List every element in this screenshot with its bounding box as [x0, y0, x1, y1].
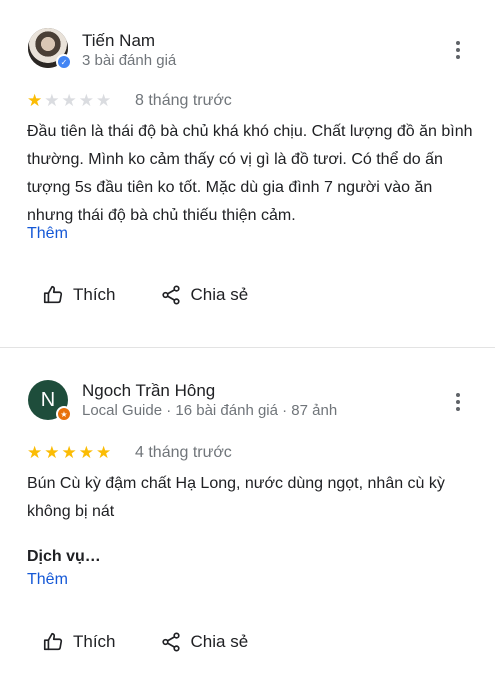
reviewer-name[interactable]: Ngoch Trần Hông	[82, 381, 215, 401]
review-time: 8 tháng trước	[135, 92, 232, 109]
star-icon: ★	[78, 443, 94, 462]
review-text: Đầu tiên là thái độ bà chủ khá khó chịu.…	[27, 123, 473, 224]
more-link[interactable]: Thêm	[27, 225, 68, 243]
share-label: Chia sẻ	[190, 285, 249, 304]
share-icon	[161, 285, 180, 305]
star-icon: ★	[44, 443, 60, 462]
share-button[interactable]: Chia sẻ	[160, 284, 249, 306]
share-label: Chia sẻ	[190, 632, 249, 651]
review-time: 4 tháng trước	[135, 444, 232, 461]
thumbs-up-icon	[43, 632, 63, 651]
like-label: Thích	[73, 285, 116, 304]
star-icon: ★	[27, 91, 43, 110]
verified-badge-icon: ✓	[56, 54, 72, 70]
star-icon: ★	[96, 443, 112, 462]
thumbs-up-icon	[43, 285, 63, 304]
star-icon: ★	[27, 443, 43, 462]
share-icon	[161, 632, 180, 652]
avatar[interactable]: ✓	[28, 28, 72, 70]
reviewer-meta: Local Guide · 16 bài đánh giá · 87 ảnh	[82, 402, 338, 419]
review-actions: Thích Chia sẻ	[42, 284, 248, 306]
more-options-icon[interactable]	[448, 38, 468, 62]
review-text: Bún Cù kỳ đậm chất Hạ Long, nước dùng ng…	[27, 475, 445, 520]
service-label: Dịch vụ…	[27, 548, 101, 565]
reviewer-meta: 3 bài đánh giá	[82, 52, 177, 69]
star-icon: ★	[78, 91, 94, 110]
review-actions: Thích Chia sẻ	[42, 631, 248, 653]
local-guide-badge-icon: ★	[56, 406, 72, 422]
like-button[interactable]: Thích	[42, 284, 116, 306]
more-link[interactable]: Thêm	[27, 571, 68, 589]
star-rating: ★ ★ ★ ★ ★	[27, 444, 111, 462]
more-options-icon[interactable]	[448, 390, 468, 414]
star-rating: ★ ★ ★ ★ ★	[27, 92, 111, 110]
like-button[interactable]: Thích	[42, 631, 116, 653]
star-icon: ★	[44, 91, 60, 110]
like-label: Thích	[73, 632, 116, 651]
star-icon: ★	[61, 91, 77, 110]
star-icon: ★	[61, 443, 77, 462]
review-card: ✓ Tiến Nam 3 bài đánh giá ★ ★ ★ ★ ★ 8 tháng …	[0, 0, 495, 347]
reviewer-name[interactable]: Tiến Nam	[82, 31, 155, 51]
avatar[interactable]: N ★	[28, 380, 72, 422]
share-button[interactable]: Chia sẻ	[160, 631, 249, 653]
review-card: N ★ Ngoch Trần Hông Local Guide · 16 bài…	[0, 348, 495, 689]
star-icon: ★	[96, 91, 112, 110]
